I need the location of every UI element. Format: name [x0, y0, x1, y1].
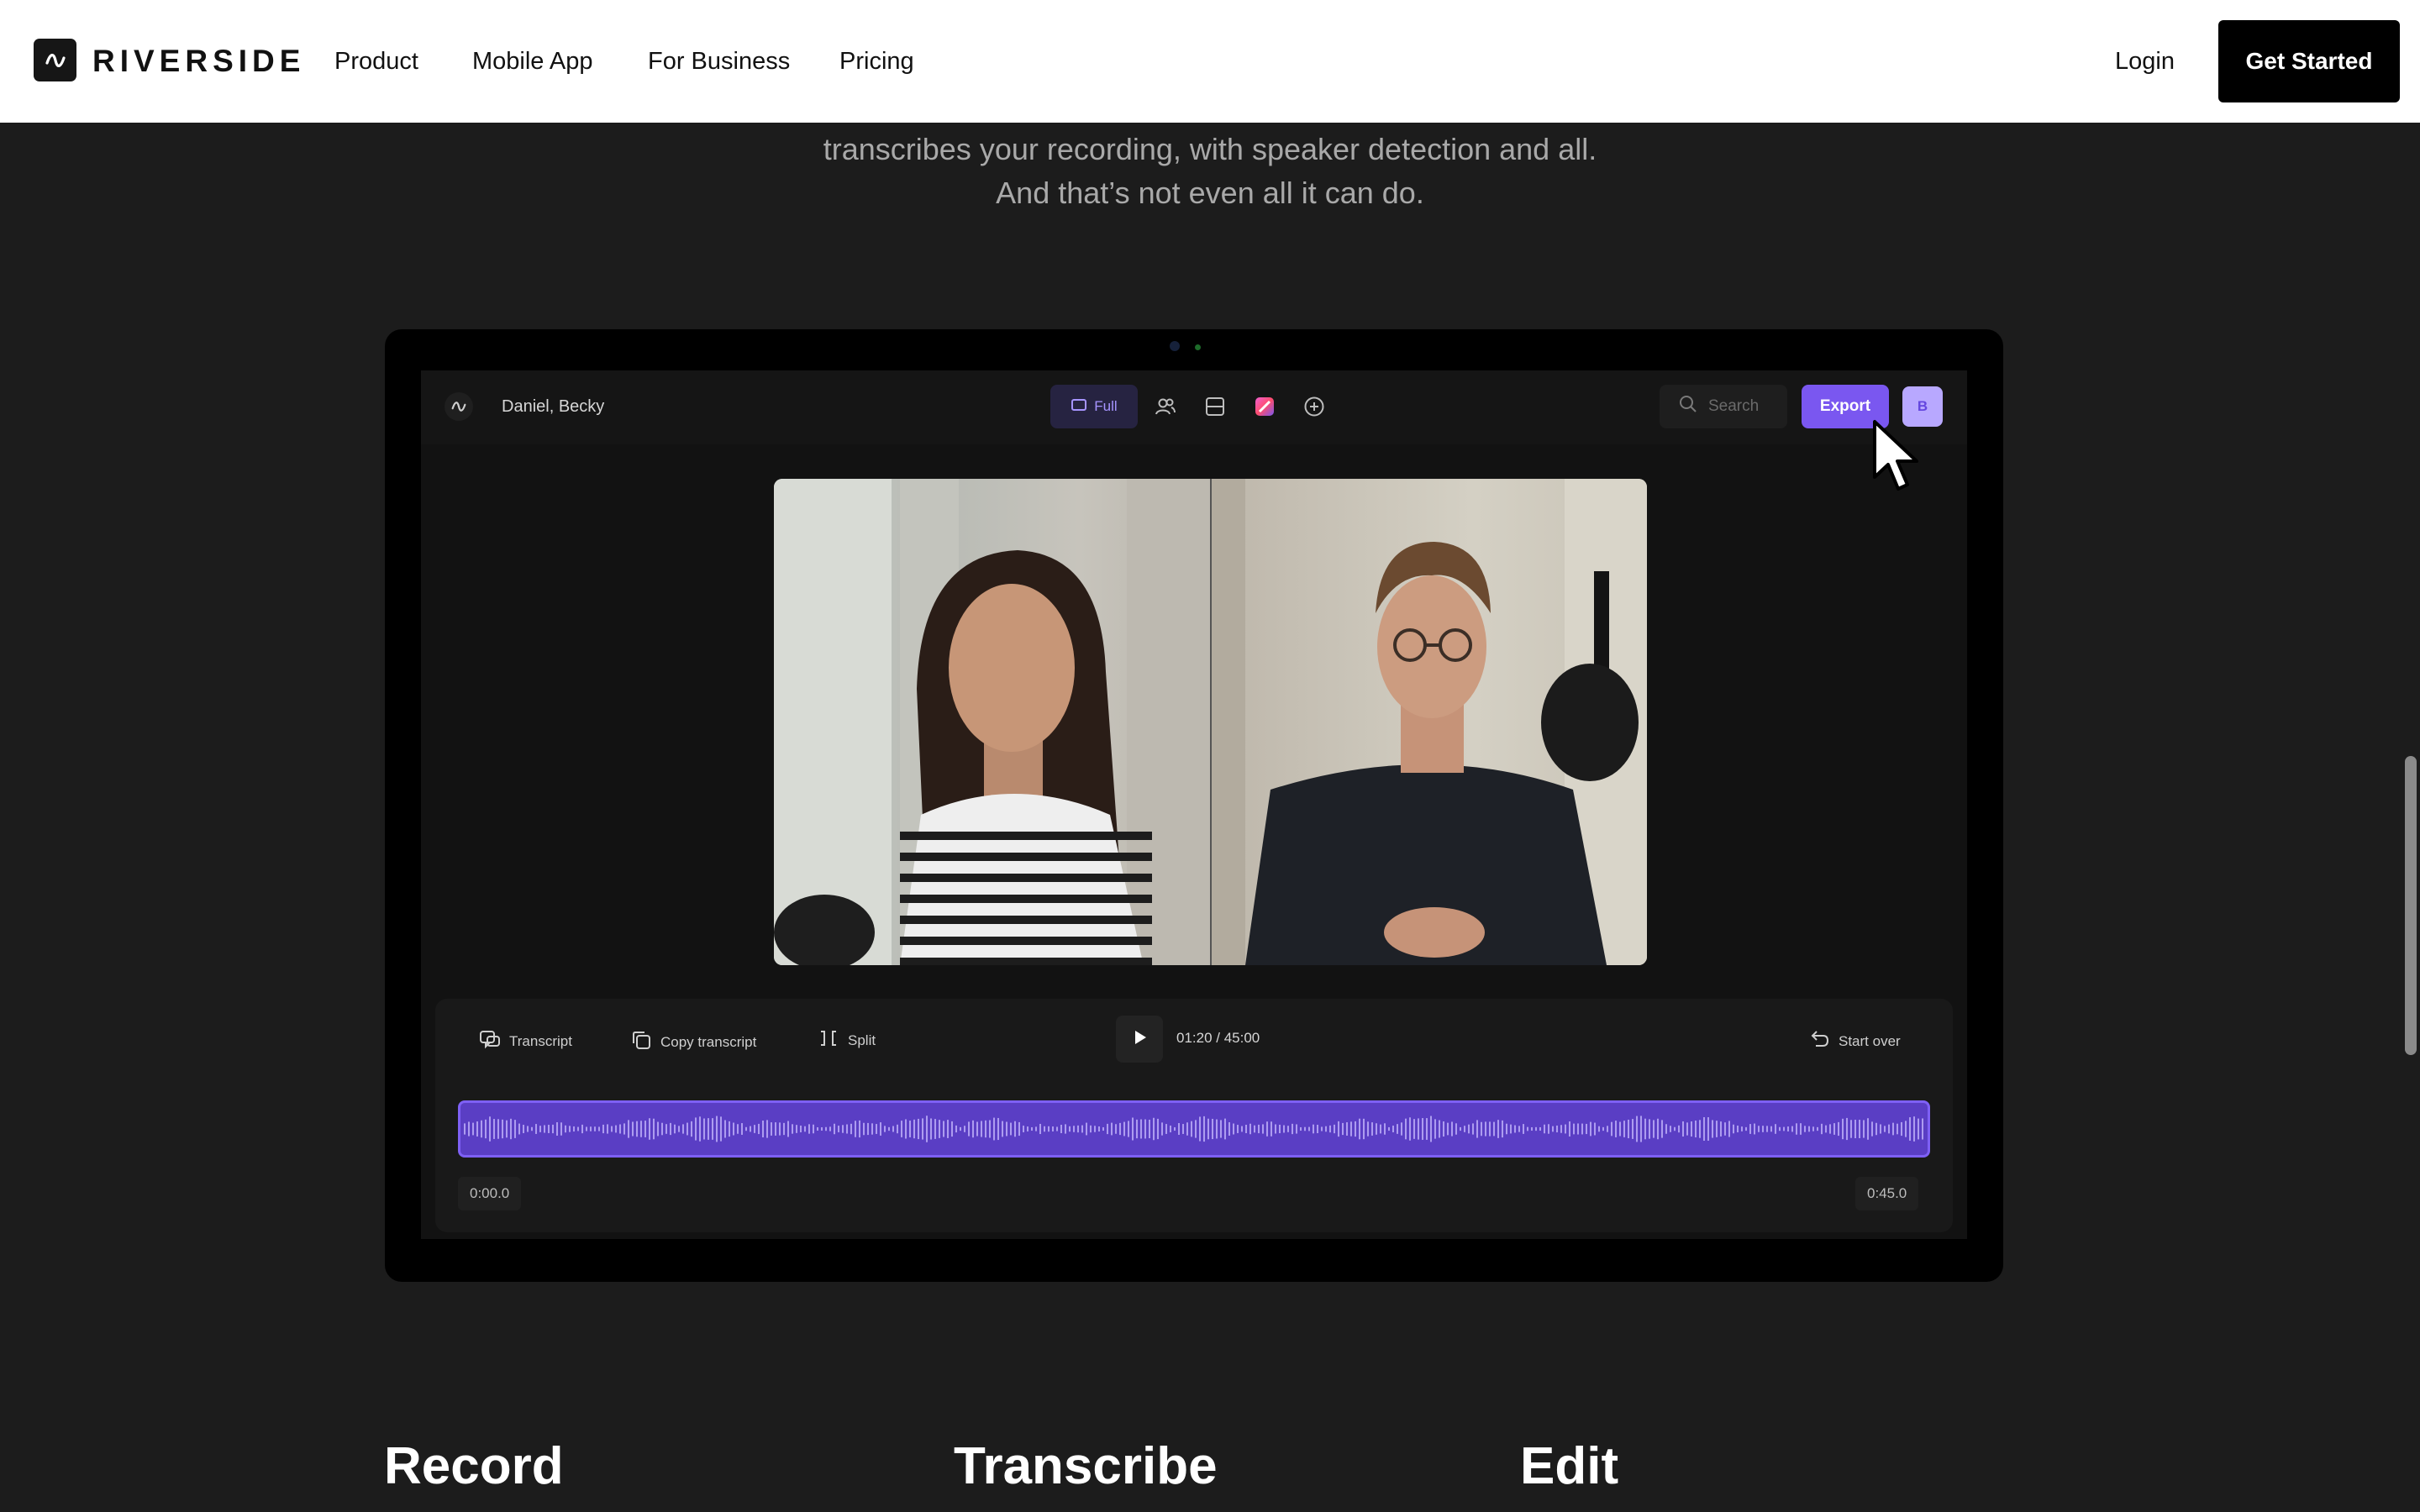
nav-link-mobile-app[interactable]: Mobile App	[472, 46, 593, 76]
play-button[interactable]	[1116, 1016, 1163, 1063]
timeline-start-time: 0:00.0	[458, 1177, 522, 1210]
login-link[interactable]: Login	[2115, 46, 2175, 76]
nav-link-for-business[interactable]: For Business	[648, 46, 790, 76]
gradient-color-icon[interactable]	[1250, 392, 1279, 421]
camera-icon	[1170, 341, 1180, 351]
riverside-logo-icon[interactable]	[34, 39, 76, 81]
layout-icon[interactable]	[1201, 392, 1229, 421]
search-placeholder: Search	[1708, 397, 1760, 415]
view-full-label: Full	[1094, 398, 1118, 414]
feature-heading-transcribe: Transcribe	[954, 1437, 1218, 1495]
brand-name[interactable]: RIVERSIDE	[92, 43, 305, 80]
split-icon	[818, 1029, 839, 1053]
start-over-button[interactable]: Start over	[1808, 1029, 1901, 1054]
get-started-button[interactable]: Get Started	[2218, 20, 2400, 102]
camera-indicator-icon	[1195, 344, 1201, 350]
full-view-icon	[1071, 397, 1087, 417]
playback-timer: 01:20 / 45:00	[1176, 1030, 1260, 1046]
editor-screen: Daniel, Becky Full Search Export B Trans…	[421, 370, 1967, 1239]
add-circle-icon[interactable]	[1300, 392, 1328, 421]
start-over-label: Start over	[1839, 1033, 1901, 1049]
undo-icon	[1808, 1029, 1830, 1054]
riverside-logo-icon[interactable]	[445, 392, 473, 421]
split-label: Split	[848, 1032, 876, 1048]
copy-transcript-label: Copy transcript	[660, 1034, 757, 1050]
participant-video-right	[1212, 479, 1647, 965]
search-icon	[1678, 394, 1698, 419]
play-icon	[1130, 1028, 1149, 1051]
search-input[interactable]: Search	[1660, 385, 1787, 428]
editor-toolbar: Daniel, Becky Full Search Export B	[421, 370, 1967, 444]
audio-waveform-track[interactable]	[458, 1100, 1930, 1158]
recording-title: Daniel, Becky	[502, 397, 605, 416]
intro-text-line-1: transcribes your recording, with speaker…	[823, 132, 1597, 166]
timeline-panel: Transcript Copy transcript Split 01:20 /…	[435, 999, 1953, 1232]
nav-link-product[interactable]: Product	[334, 46, 418, 76]
split-button[interactable]: Split	[818, 1029, 876, 1053]
feature-heading-record: Record	[384, 1437, 564, 1495]
intro-text-line-2: And that’s not even all it can do.	[996, 176, 1424, 210]
transcript-label: Transcript	[509, 1033, 572, 1049]
page-scrollbar[interactable]	[2405, 756, 2417, 1055]
transcript-button[interactable]: Transcript	[479, 1029, 572, 1054]
participant-video-left	[774, 479, 1210, 965]
feature-heading-edit: Edit	[1520, 1437, 1619, 1495]
top-navbar: RIVERSIDE Product Mobile App For Busines…	[0, 0, 2420, 123]
copy-icon	[630, 1029, 652, 1056]
copy-transcript-button[interactable]: Copy transcript	[630, 1029, 756, 1056]
view-full-button[interactable]: Full	[1050, 385, 1138, 428]
cursor-icon	[1871, 418, 1922, 503]
transcript-icon	[479, 1029, 501, 1054]
speakers-icon[interactable]	[1151, 392, 1180, 421]
video-preview[interactable]	[774, 479, 1647, 965]
nav-link-pricing[interactable]: Pricing	[839, 46, 914, 76]
timeline-end-time: 0:45.0	[1855, 1177, 1919, 1210]
waveform	[464, 1116, 1923, 1142]
